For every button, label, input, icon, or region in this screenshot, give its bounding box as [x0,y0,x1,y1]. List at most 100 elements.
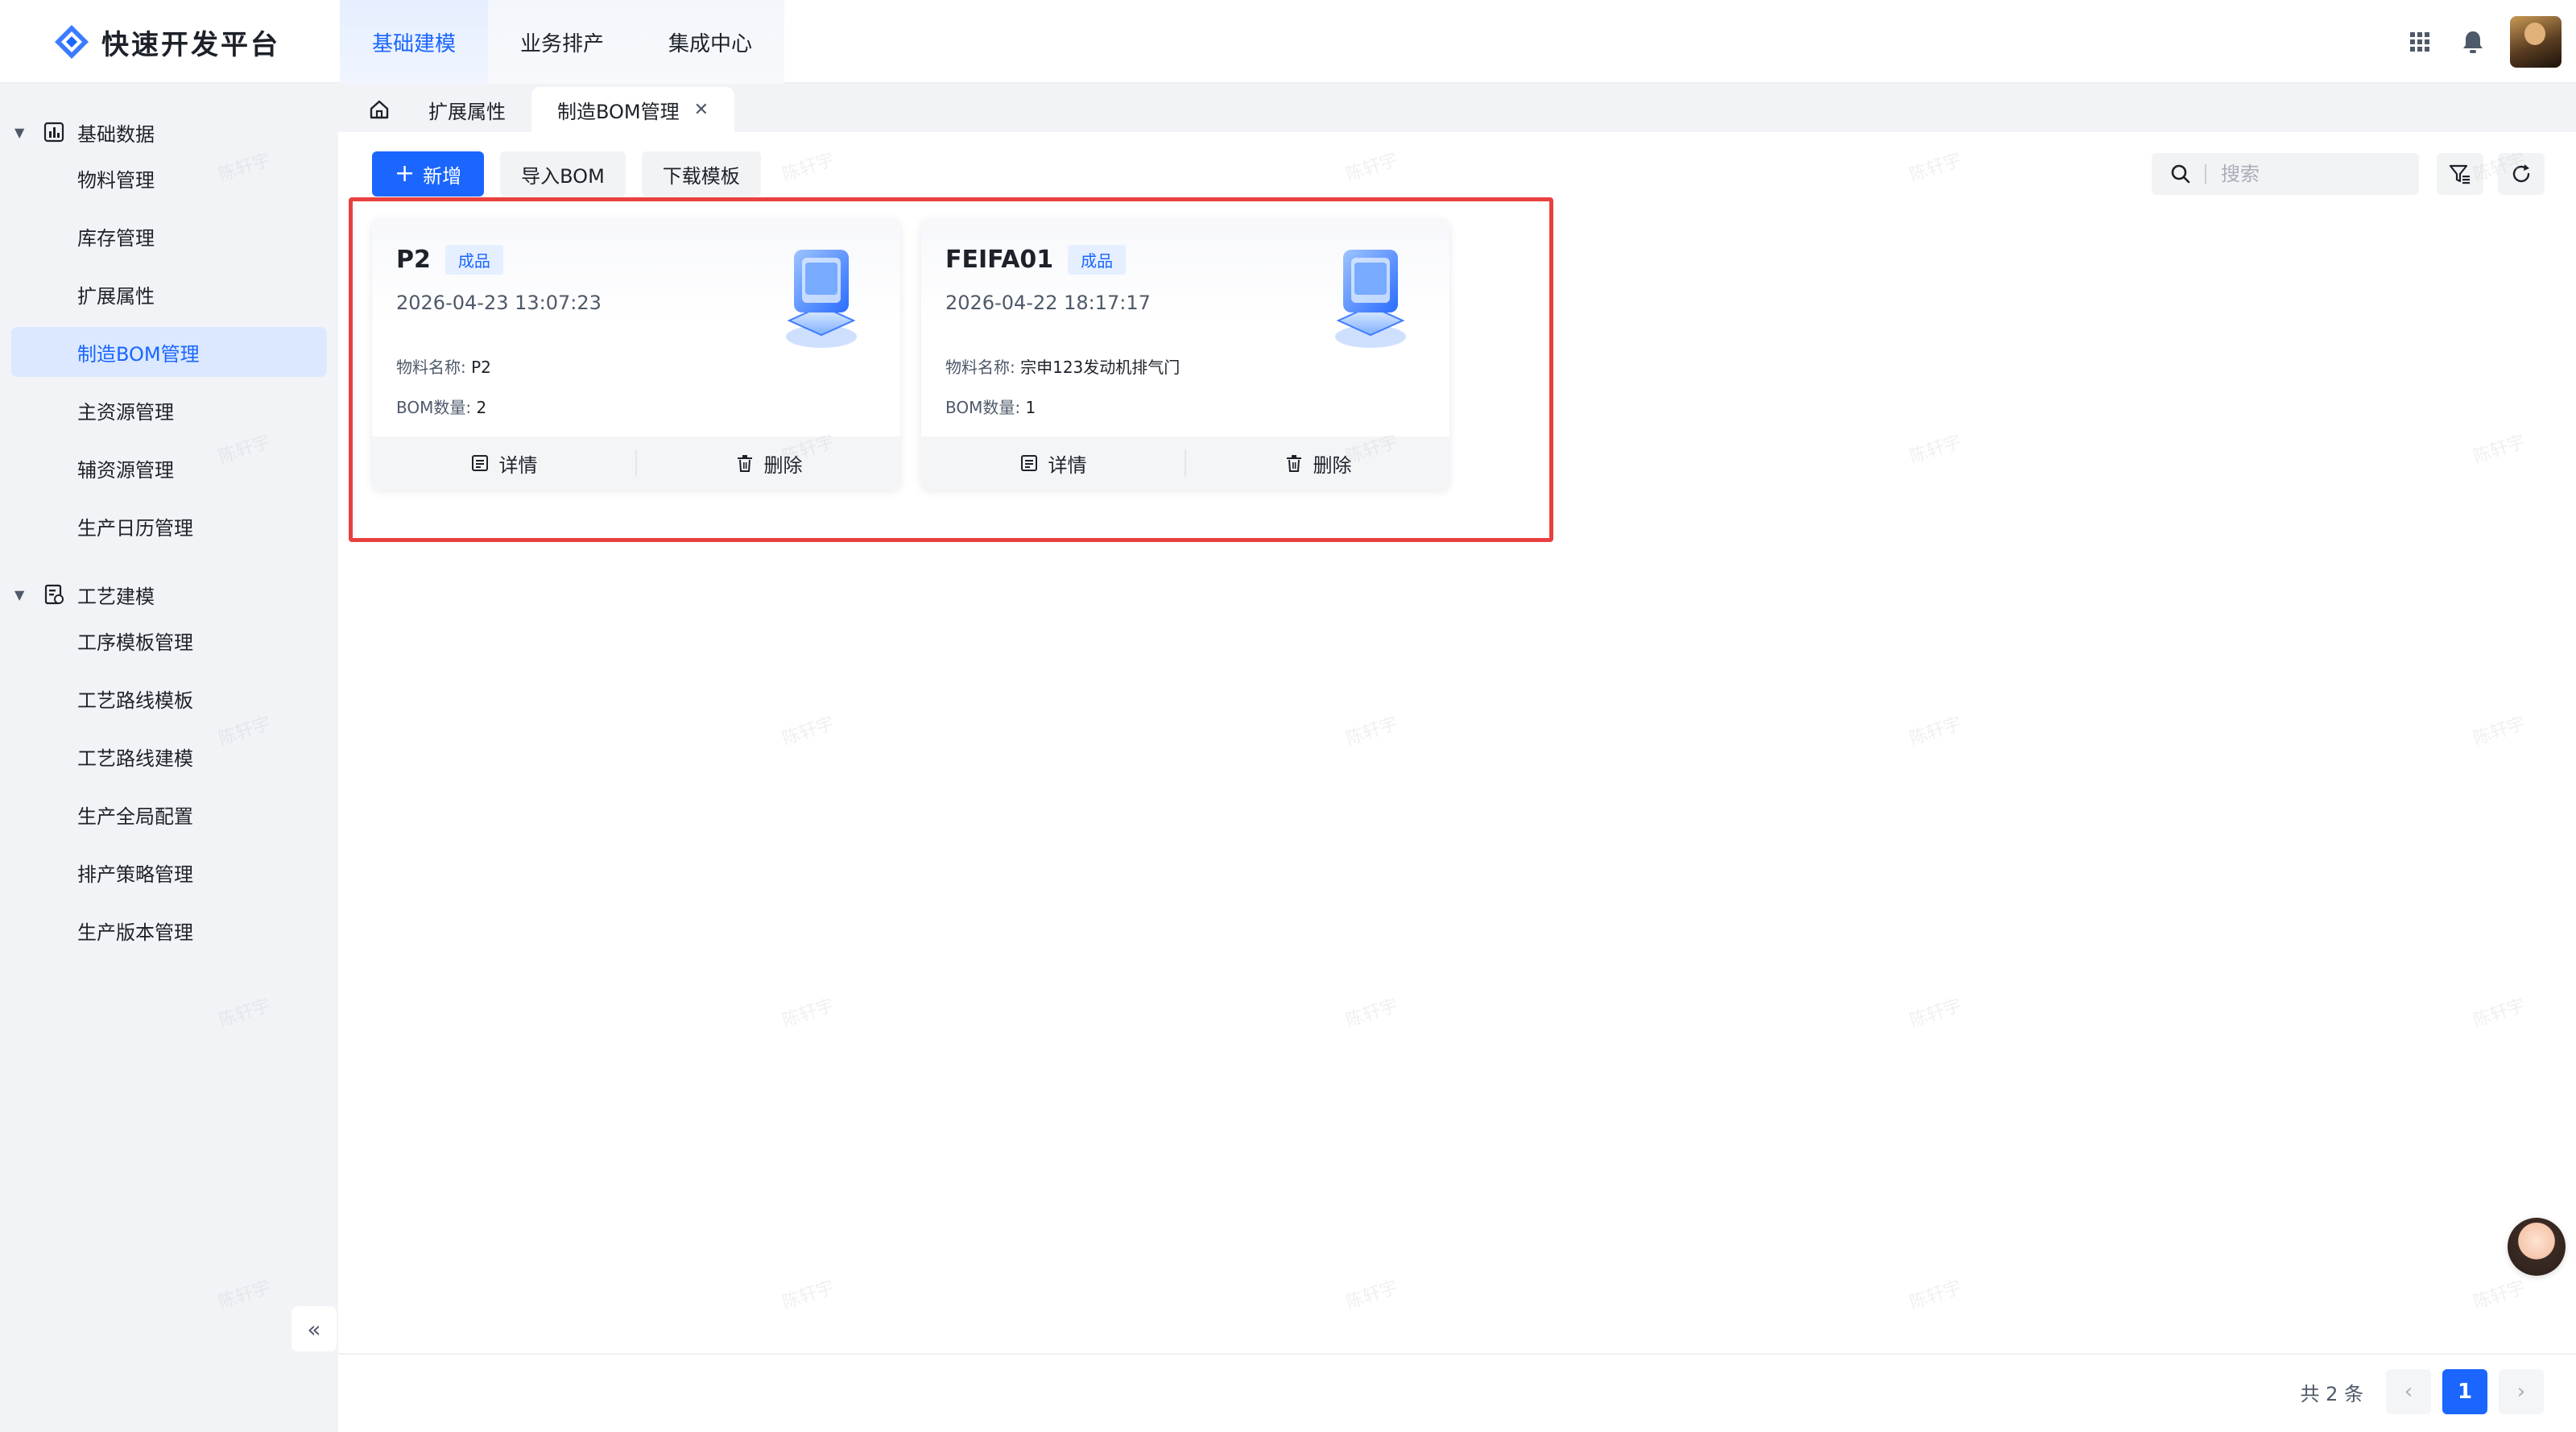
card-title: FEIFA01 成品 [945,245,1127,275]
user-avatar[interactable] [2510,16,2562,68]
bom-count-value: 1 [1025,398,1036,417]
sidebar-item-manufacturing-bom[interactable]: 制造BOM管理 [11,327,327,377]
logo-icon [55,25,89,59]
sidebar-item-inventory[interactable]: 库存管理 [11,211,327,261]
sidebar-item-aux-resource[interactable]: 辅资源管理 [11,443,327,493]
card-time: 2026-04-23 13:07:23 [396,292,602,314]
card-material: 物料名称: P2 [396,354,491,378]
delete-button[interactable]: 删除 [1186,437,1449,490]
computer-3d-icon [786,250,857,348]
card-tag: 成品 [444,245,503,275]
watermark: 陈轩宇 [2471,995,2528,1032]
detail-label: 详情 [498,453,538,477]
pagination-divider [338,1353,2576,1355]
sidebar-item-main-resource[interactable]: 主资源管理 [11,385,327,435]
import-bom-button[interactable]: 导入BOM [500,151,626,197]
watermark: 陈轩宇 [1907,1277,1965,1314]
app-title: 快速开发平台 [101,28,280,61]
watermark: 陈轩宇 [2471,432,2528,468]
material-value: 宗申123发动机排气门 [1020,358,1180,377]
card-material: 物料名称: 宗申123发动机排气门 [945,354,1180,378]
computer-3d-icon [1335,250,1406,348]
card-title: P2 成品 [396,245,503,275]
top-nav-basic-modeling[interactable]: 基础建模 [340,0,488,84]
sidebar-group-basic-data[interactable]: ▼ 基础数据 [0,110,338,155]
bom-count-label: BOM数量: [945,398,1021,417]
watermark: 陈轩宇 [2471,1277,2528,1314]
top-nav: 基础建模 业务排产 集成中心 [340,0,784,84]
search-separator [2205,164,2206,184]
app-logo[interactable]: 快速开发平台 [53,18,280,66]
add-button[interactable]: + 新增 [372,151,485,197]
detail-icon [471,455,488,471]
sidebar-collapse-button[interactable]: « [292,1306,337,1351]
bell-icon[interactable] [2457,26,2489,58]
detail-button[interactable]: 详情 [372,437,635,490]
watermark: 陈轩宇 [1907,432,1965,468]
card-code: FEIFA01 [945,246,1054,274]
home-icon[interactable] [356,87,403,132]
process-icon [43,582,68,606]
watermark: 陈轩宇 [779,714,837,750]
card-code: P2 [396,246,431,274]
sidebar: ▼ 基础数据 物料管理 库存管理 扩展属性 制造BOM管理 主资源管理 辅资源管… [0,84,338,1432]
next-page-button[interactable]: › [2499,1369,2544,1414]
watermark: 陈轩宇 [1343,714,1401,750]
watermark: 陈轩宇 [1343,995,1401,1032]
watermark: 陈轩宇 [1343,1277,1401,1314]
detail-icon [1020,455,1037,471]
pagination: 共 2 条 ‹ 1 › [2300,1369,2544,1414]
watermark: 陈轩宇 [1907,150,1965,186]
top-bar: 快速开发平台 基础建模 业务排产 集成中心 [0,0,2576,84]
plus-icon: + [395,159,416,188]
tab-extended-attributes[interactable]: 扩展属性 [403,87,531,132]
sidebar-item-route-template[interactable]: 工艺路线模板 [11,673,327,723]
material-label: 物料名称: [396,358,466,377]
trash-icon [737,455,752,472]
material-label: 物料名称: [945,358,1015,377]
download-template-button[interactable]: 下载模板 [641,151,761,197]
detail-label: 详情 [1048,453,1087,477]
apps-grid-icon[interactable] [2404,26,2436,58]
tab-manufacturing-bom[interactable]: 制造BOM管理 ✕ [531,87,735,132]
card-time: 2026-04-22 18:17:17 [945,292,1151,314]
search-icon [2171,164,2190,184]
watermark: 陈轩宇 [1907,714,1965,750]
prev-page-button[interactable]: ‹ [2386,1369,2431,1414]
sidebar-item-production-calendar[interactable]: 生产日历管理 [11,501,327,551]
card-bom-count: BOM数量: 2 [396,395,486,418]
top-nav-integration[interactable]: 集成中心 [636,0,784,84]
watermark: 陈轩宇 [779,150,837,186]
assistant-avatar[interactable] [2508,1218,2566,1276]
sidebar-item-scheduling-strategy[interactable]: 排产策略管理 [11,847,327,897]
toolbar: + 新增 导入BOM 下载模板 [372,151,761,197]
watermark: 陈轩宇 [1343,150,1401,186]
sidebar-item-global-config[interactable]: 生产全局配置 [11,789,327,839]
sidebar-group-process-modeling[interactable]: ▼ 工艺建模 [0,572,338,617]
watermark: 陈轩宇 [1907,995,1965,1032]
sidebar-item-route-modeling[interactable]: 工艺路线建模 [11,731,327,781]
page-1-button[interactable]: 1 [2442,1369,2487,1414]
pagination-total: 共 2 条 [2300,1382,2363,1405]
sidebar-item-material[interactable]: 物料管理 [11,153,327,203]
delete-button[interactable]: 删除 [637,437,900,490]
caret-down-icon: ▼ [14,124,25,140]
close-icon[interactable]: ✕ [694,100,709,120]
material-value: P2 [471,358,491,377]
add-button-label: 新增 [423,164,462,188]
sidebar-item-operation-template[interactable]: 工序模板管理 [11,615,327,665]
watermark: 陈轩宇 [2471,714,2528,750]
sidebar-item-extended-attributes[interactable]: 扩展属性 [11,269,327,319]
tab-label: 扩展属性 [428,100,506,123]
top-nav-scheduling[interactable]: 业务排产 [488,0,636,84]
sidebar-item-production-version[interactable]: 生产版本管理 [11,905,327,955]
search-input[interactable] [2221,163,2414,185]
sidebar-group-label: 基础数据 [77,122,155,146]
card-bom-count: BOM数量: 1 [945,395,1036,418]
chart-icon [43,120,68,144]
sidebar-group-label: 工艺建模 [77,585,155,608]
detail-button[interactable]: 详情 [921,437,1185,490]
caret-down-icon: ▼ [14,586,25,602]
watermark: 陈轩宇 [779,995,837,1032]
bom-count-label: BOM数量: [396,398,472,417]
